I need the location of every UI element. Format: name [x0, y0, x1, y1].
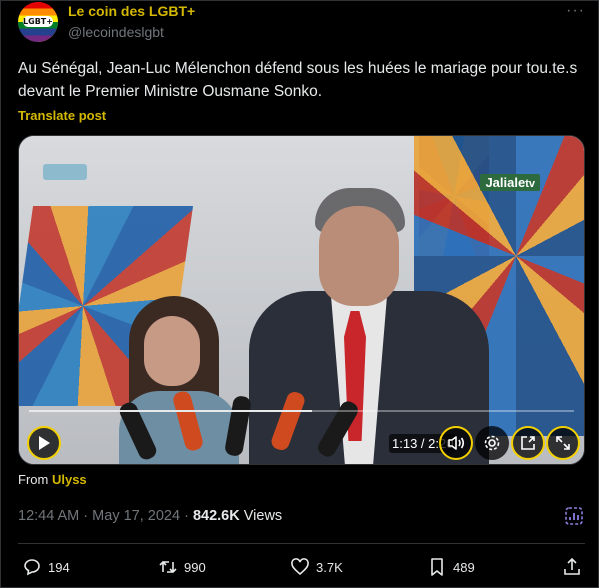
- settings-button[interactable]: [475, 426, 509, 460]
- translate-post-link[interactable]: Translate post: [18, 108, 106, 123]
- video-progress-bar[interactable]: [29, 410, 574, 412]
- avatar[interactable]: LGBT+: [18, 2, 58, 42]
- reply-button[interactable]: 194: [22, 557, 70, 577]
- picture-in-picture-button[interactable]: [511, 426, 545, 460]
- fullscreen-button[interactable]: [546, 426, 580, 460]
- microphone: [315, 398, 361, 460]
- views-count: 842.6K: [192, 508, 240, 524]
- bookmark-icon: [431, 558, 443, 576]
- picture-in-picture-icon: [521, 436, 535, 450]
- microphone: [223, 394, 253, 458]
- volume-icon: [448, 436, 465, 450]
- fullscreen-icon: [556, 436, 570, 450]
- post-time[interactable]: 12:44 AM: [18, 508, 79, 524]
- post-text: Au Sénégal, Jean-Luc Mélenchon défend so…: [18, 60, 578, 100]
- channel-name: Jaliale: [485, 175, 526, 190]
- avatar-label: LGBT+: [23, 16, 53, 27]
- meta-separator: ·: [83, 508, 89, 524]
- like-count: 3.7K: [316, 559, 343, 575]
- channel-watermark: Jalialetv: [480, 174, 540, 191]
- video-speaker-face: [319, 206, 399, 306]
- bookmark-button[interactable]: 489: [427, 557, 475, 577]
- gear-icon: [484, 435, 500, 451]
- video-person-left-face: [144, 316, 200, 386]
- more-options-icon[interactable]: ···: [566, 2, 585, 20]
- analytics-icon: [565, 507, 583, 525]
- share-icon: [564, 557, 580, 575]
- repost-icon: [159, 560, 177, 574]
- repost-count: 990: [184, 559, 206, 575]
- play-button[interactable]: [27, 426, 61, 460]
- post-meta: 12:44 AM · May 17, 2024 · 842.6K Views: [18, 508, 282, 524]
- video-corner-logo: [43, 164, 87, 180]
- reply-icon: [24, 559, 40, 576]
- channel-suffix: tv: [525, 178, 535, 190]
- analytics-button[interactable]: [564, 506, 584, 531]
- user-handle[interactable]: @lecoindeslgbt: [68, 24, 164, 40]
- microphone: [171, 389, 205, 453]
- divider: [18, 543, 585, 544]
- share-button[interactable]: [562, 557, 582, 577]
- source-link[interactable]: Ulyss: [52, 472, 87, 487]
- meta-separator: ·: [184, 508, 189, 524]
- video-progress-fill: [29, 410, 313, 412]
- like-button[interactable]: 3.7K: [290, 557, 343, 577]
- views-label: Views: [243, 508, 283, 524]
- heart-icon: [291, 558, 309, 576]
- post-date[interactable]: May 17, 2024: [92, 508, 180, 524]
- source-attribution: From Ulyss: [18, 472, 87, 487]
- display-name[interactable]: Le coin des LGBT+: [68, 3, 195, 19]
- source-prefix: From: [18, 472, 49, 487]
- video-player[interactable]: Jalialetv 1:13 / 2:20: [18, 135, 585, 465]
- microphone: [269, 389, 307, 453]
- microphones: [109, 389, 409, 462]
- reply-count: 194: [48, 559, 70, 575]
- repost-button[interactable]: 990: [158, 557, 206, 577]
- bookmark-count: 489: [453, 559, 475, 575]
- volume-button[interactable]: [439, 426, 473, 460]
- play-icon: [39, 436, 50, 450]
